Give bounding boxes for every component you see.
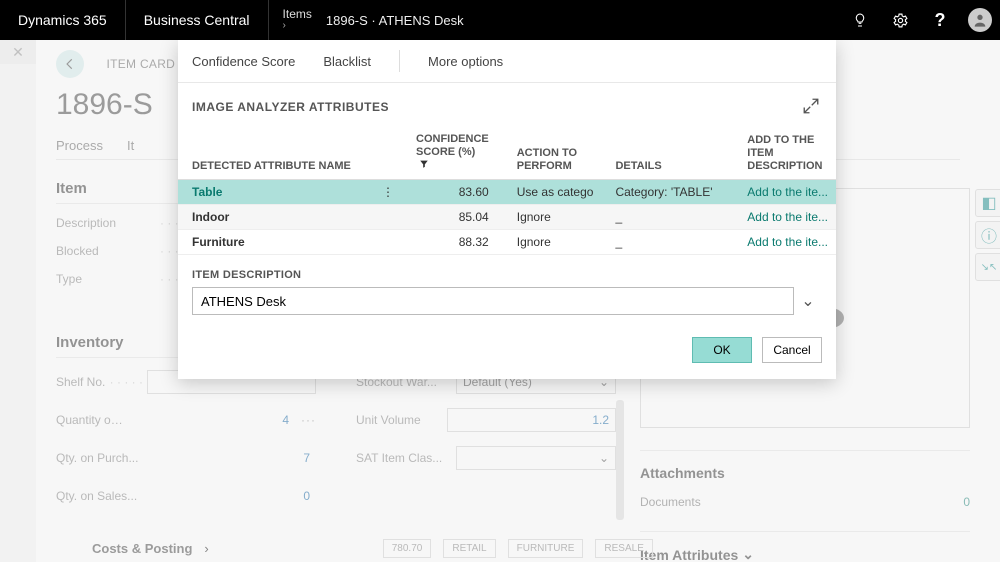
tab-more-options[interactable]: More options — [428, 54, 503, 69]
col-attribute-name[interactable]: DETECTED ATTRIBUTE NAME — [178, 127, 368, 180]
expand-modal-icon[interactable] — [802, 97, 822, 117]
ok-button[interactable]: OK — [692, 337, 752, 363]
input-item-description[interactable] — [192, 287, 794, 315]
app-topbar: Dynamics 365 Business Central Items › 18… — [0, 0, 1000, 40]
filter-icon[interactable] — [419, 159, 429, 169]
brand-business-central[interactable]: Business Central — [126, 0, 269, 40]
help-icon[interactable]: ? — [920, 0, 960, 40]
table-row[interactable]: Furniture 88.32 Ignore _ Add to the ite.… — [178, 230, 836, 255]
cell-confidence: 83.60 — [402, 180, 503, 205]
col-add-description[interactable]: ADD TO THEITEMDESCRIPTION — [733, 127, 836, 180]
row-menu-icon[interactable]: ⋮ — [368, 180, 402, 205]
cell-action[interactable]: Ignore — [503, 205, 602, 230]
divider — [399, 50, 400, 72]
cell-action[interactable]: Use as catego — [503, 180, 602, 205]
breadcrumb[interactable]: Items › — [269, 8, 326, 32]
table-row[interactable]: Table ⋮ 83.60 Use as catego Category: 'T… — [178, 180, 836, 205]
search-lightbulb-icon[interactable] — [840, 0, 880, 40]
table-row[interactable]: Indoor 85.04 Ignore _ Add to the ite... — [178, 205, 836, 230]
gear-icon[interactable] — [880, 0, 920, 40]
brand-dynamics[interactable]: Dynamics 365 — [0, 0, 126, 40]
col-confidence[interactable]: CONFIDENCE SCORE (%) — [402, 127, 503, 180]
cell-details[interactable]: _ — [601, 205, 733, 230]
tab-confidence-score[interactable]: Confidence Score — [192, 54, 295, 69]
cell-details[interactable]: _ — [601, 230, 733, 255]
row-menu-placeholder — [368, 205, 402, 230]
modal-title: IMAGE ANALYZER ATTRIBUTES — [192, 100, 389, 114]
cell-action[interactable]: Ignore — [503, 230, 602, 255]
label-item-description: ITEM DESCRIPTION — [192, 269, 822, 281]
attributes-grid: DETECTED ATTRIBUTE NAME CONFIDENCE SCORE… — [178, 127, 836, 255]
cell-name: Indoor — [178, 205, 368, 230]
tab-blacklist[interactable]: Blacklist — [323, 54, 371, 69]
row-menu-placeholder — [368, 230, 402, 255]
cell-confidence: 85.04 — [402, 205, 503, 230]
image-analyzer-modal: Confidence Score Blacklist More options … — [178, 40, 836, 379]
col-row-actions — [368, 127, 402, 180]
cell-confidence: 88.32 — [402, 230, 503, 255]
cell-add-link[interactable]: Add to the ite... — [747, 210, 828, 224]
user-avatar[interactable] — [960, 0, 1000, 40]
breadcrumb-top: Items — [283, 8, 312, 20]
col-details[interactable]: DETAILS — [601, 127, 733, 180]
cell-name: Table — [178, 180, 368, 205]
modal-action-bar: Confidence Score Blacklist More options — [178, 40, 836, 83]
breadcrumb-item[interactable]: 1896-S · ATHENS Desk — [326, 13, 464, 28]
cell-details[interactable]: Category: 'TABLE' — [601, 180, 733, 205]
cell-add-link[interactable]: Add to the ite... — [747, 185, 828, 199]
description-dropdown-icon[interactable]: ⌄ — [794, 287, 822, 315]
cell-name: Furniture — [178, 230, 368, 255]
col-action[interactable]: ACTION TOPERFORM — [503, 127, 602, 180]
cancel-button[interactable]: Cancel — [762, 337, 822, 363]
cell-add-link[interactable]: Add to the ite... — [747, 235, 828, 249]
